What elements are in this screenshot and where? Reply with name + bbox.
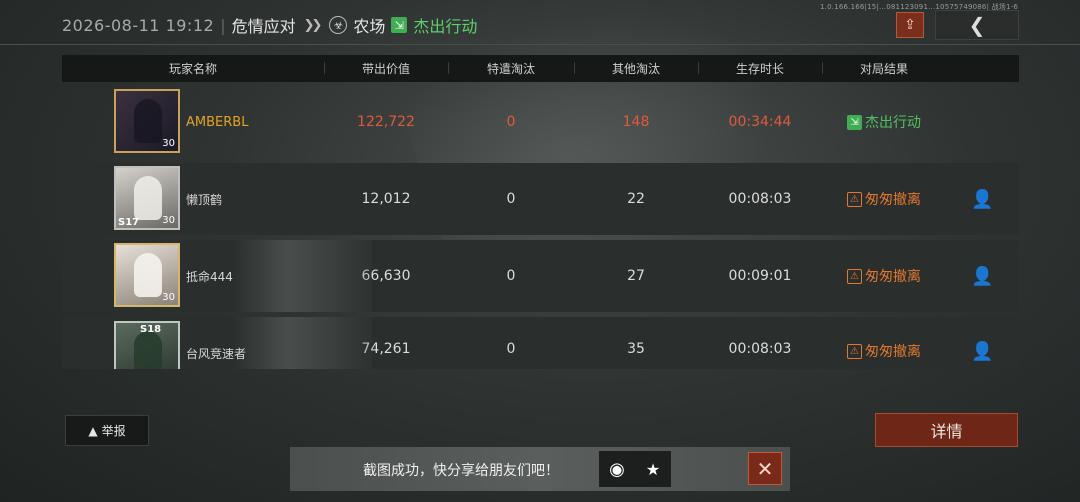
col-extracted-value: 带出价值 (324, 60, 448, 77)
details-button[interactable]: 详情 (875, 413, 1018, 447)
add-friend-icon[interactable]: 👤 (946, 189, 1019, 210)
survival-time: 00:09:01 (728, 268, 792, 284)
result-hurry: ⚠ 匆匆撤离 (822, 341, 946, 361)
exit-icon: ⇲ (391, 17, 408, 33)
special-kills: 0 (506, 114, 516, 130)
player-level: 30 (162, 138, 175, 149)
character-portrait (134, 176, 162, 220)
table-row: S18 台风竞速者 74,261 0 35 00:08:03 ⚠ 匆匆撤离 👤 (62, 317, 1019, 369)
favorite-share-button[interactable]: ★ (635, 451, 671, 487)
avatar[interactable]: 30 (114, 243, 180, 307)
result-label: 杰出行动 (865, 115, 921, 131)
player-name: 抵命444 (186, 269, 233, 284)
col-player-name: 玩家名称 (168, 62, 217, 76)
report-button[interactable]: ▲ 举报 (65, 415, 149, 446)
player-name: 台风竞速者 (186, 347, 247, 361)
toast-message: 截图成功，快分享给朋友们吧！ (363, 463, 559, 479)
player-cell: 30 抵命444 (62, 240, 324, 312)
double-chevron-icon: ❯❯ (303, 17, 323, 33)
other-kills: 35 (627, 341, 645, 357)
screenshot-share-toast: 截图成功，快分享给朋友们吧！ ◉ ★ ✕ (290, 447, 790, 491)
extracted-value: 12,012 (361, 191, 411, 207)
map-name: 农场 (353, 17, 386, 36)
player-cell: S18 台风竞速者 (62, 321, 324, 369)
avatar[interactable]: S18 (114, 321, 180, 369)
player-level: 30 (162, 215, 175, 226)
survival-time: 00:08:03 (728, 341, 792, 357)
table-row: S17 30 懒顶鹤 12,012 0 22 00:08:03 ⚠ 匆匆撤离 👤 (62, 163, 1019, 235)
result-label: 匆匆撤离 (865, 269, 921, 285)
star-icon: ★ (645, 459, 661, 479)
close-icon: ✕ (756, 456, 774, 481)
separator: | (220, 15, 226, 35)
avatar[interactable]: 30 (114, 89, 180, 153)
player-level: 30 (162, 292, 175, 303)
table-row: 30 抵命444 66,630 0 27 00:09:01 ⚠ 匆匆撤离 👤 (62, 240, 1019, 312)
toast-close-button[interactable]: ✕ (748, 452, 782, 485)
result-hurry: ⚠ 匆匆撤离 (822, 266, 946, 286)
qq-penguin-icon: ◉ (609, 458, 625, 480)
table-header: 玩家名称 带出价值 特遣淘汰 其他淘汰 生存时长 对局结果 (62, 55, 1019, 82)
biohazard-icon: ☣ (329, 16, 348, 34)
season-badge: S17 (118, 217, 140, 228)
table-row: 30 AMBERBL 122,722 0 148 00:34:44 ⇲ 杰出行动 (62, 86, 1019, 158)
character-portrait (134, 99, 162, 143)
col-special-kills: 特遣淘汰 (448, 60, 574, 77)
warning-icon: ⚠ (847, 191, 862, 207)
avatar[interactable]: S17 30 (114, 166, 180, 230)
game-mode: 危情应对 (231, 17, 296, 36)
col-other-kills: 其他淘汰 (574, 60, 698, 77)
result-label: 匆匆撤离 (865, 344, 921, 360)
col-survival-time: 生存时长 (698, 60, 822, 77)
share-icon: ⇪ (904, 17, 916, 33)
character-portrait (134, 253, 162, 297)
warning-icon: ▲ (88, 423, 98, 438)
other-kills: 148 (622, 114, 650, 130)
match-result: 杰出行动 (413, 17, 478, 36)
back-button[interactable]: ❮ (935, 10, 1019, 40)
header-divider (0, 44, 1080, 45)
exit-icon: ⇲ (847, 114, 862, 130)
col-match-result: 对局结果 (822, 60, 946, 77)
add-friend-icon[interactable]: 👤 (946, 341, 1019, 362)
report-label: 举报 (101, 424, 126, 438)
result-escape: ⇲ 杰出行动 (822, 112, 946, 132)
chevron-left-icon: ❮ (968, 13, 986, 37)
other-kills: 27 (627, 268, 645, 284)
result-label: 匆匆撤离 (865, 192, 921, 208)
season-badge: S18 (140, 324, 162, 335)
share-button[interactable]: ⇪ (896, 12, 924, 38)
special-kills: 0 (506, 191, 516, 207)
special-kills: 0 (506, 341, 516, 357)
survival-time: 00:34:44 (728, 114, 792, 130)
survival-time: 00:08:03 (728, 191, 792, 207)
match-breadcrumb: 2026-08-11 19:12 | 危情应对 ❯❯ ☣ 农场 ⇲ 杰出行动 (62, 12, 477, 38)
qq-share-button[interactable]: ◉ (599, 451, 635, 487)
player-name: 懒顶鹤 (186, 192, 223, 207)
result-hurry: ⚠ 匆匆撤离 (822, 189, 946, 209)
other-kills: 22 (627, 191, 645, 207)
character-portrait (134, 331, 162, 369)
player-name: AMBERBL (186, 114, 249, 130)
warning-icon: ⚠ (847, 343, 862, 359)
special-kills: 0 (506, 268, 516, 284)
player-cell: S17 30 懒顶鹤 (62, 163, 324, 235)
player-cell: 30 AMBERBL (62, 86, 324, 158)
extracted-value: 122,722 (357, 114, 415, 130)
warning-icon: ⚠ (847, 268, 862, 284)
match-timestamp: 2026-08-11 19:12 (62, 15, 215, 35)
add-friend-icon[interactable]: 👤 (946, 266, 1019, 287)
details-label: 详情 (930, 422, 963, 441)
